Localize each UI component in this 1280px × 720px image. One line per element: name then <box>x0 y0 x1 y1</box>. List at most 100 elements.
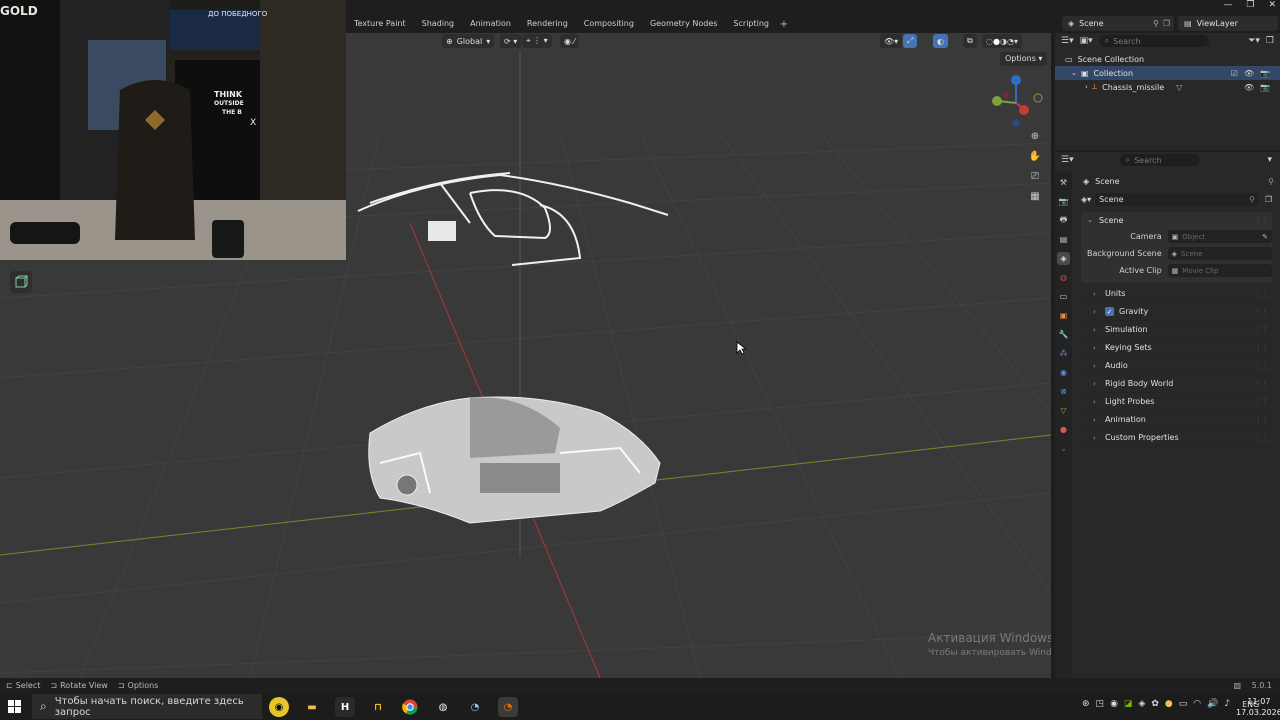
new-scene-icon[interactable]: ❐ <box>1163 19 1170 28</box>
pin-icon[interactable]: ⚲ <box>1268 177 1274 186</box>
drag-handle-icon[interactable]: ⋮⋮ <box>1254 289 1269 298</box>
world-tab-icon[interactable]: ◍ <box>1057 271 1070 284</box>
maximize-icon[interactable]: ❐ <box>1246 0 1254 12</box>
light-probes-panel[interactable]: › Light Probes ⋮⋮ <box>1081 393 1272 411</box>
windows-start-icon[interactable] <box>6 698 24 716</box>
units-panel[interactable]: › Units ⋮⋮ <box>1081 285 1272 303</box>
sound-icon[interactable]: ♪ <box>1224 699 1230 709</box>
network-icon[interactable]: ▭ <box>1179 699 1188 709</box>
wifi-icon[interactable]: ◠ <box>1193 699 1201 709</box>
new-collection-icon[interactable]: ❐ <box>1266 36 1274 46</box>
gizmo-toggle[interactable]: ⤢ <box>903 34 918 48</box>
solid-shading-icon[interactable]: ● <box>993 37 1000 46</box>
output-tab-icon[interactable]: 🖶 <box>1057 214 1070 227</box>
chevron-right-icon[interactable]: › <box>1085 83 1088 91</box>
minimize-icon[interactable]: — <box>1223 0 1232 12</box>
chevron-down-icon[interactable]: ▾ <box>1014 37 1018 46</box>
chrome-icon[interactable] <box>400 697 420 717</box>
drag-handle-icon[interactable]: ⋮⋮ <box>1254 379 1269 388</box>
wireframe-shading-icon[interactable]: ◌ <box>986 37 993 46</box>
new-scene-icon[interactable]: ❐ <box>1265 195 1272 204</box>
camera-view-icon[interactable]: ⎚ <box>1027 168 1043 184</box>
tray-icon-1[interactable]: ⊛ <box>1082 699 1090 709</box>
modifier-tab-icon[interactable]: 🔧 <box>1057 328 1070 341</box>
constraints-tab-icon[interactable]: ⊗ <box>1057 385 1070 398</box>
drag-handle-icon[interactable]: ⋮⋮ <box>1254 433 1269 442</box>
filter-icon[interactable]: ⏷▾ <box>1248 36 1260 46</box>
audio-panel[interactable]: › Audio ⋮⋮ <box>1081 357 1272 375</box>
steam-icon[interactable]: ◔ <box>465 697 485 717</box>
editor-type-icon[interactable]: ☰▾ <box>1061 155 1074 165</box>
nvidia-icon[interactable]: ◪ <box>1124 699 1133 709</box>
taskbar-search-input[interactable]: ⌕ Чтобы начать поиск, введите здесь запр… <box>32 694 262 719</box>
keying-sets-panel[interactable]: › Keying Sets ⋮⋮ <box>1081 339 1272 357</box>
tray-icon-3[interactable]: ◉ <box>1110 699 1118 709</box>
scene-tab-icon[interactable]: ◈ <box>1057 252 1070 265</box>
navigation-gizmo[interactable] <box>990 73 1046 129</box>
toolbar-cube-icon[interactable] <box>10 271 32 293</box>
visibility-dropdown[interactable]: 👁▾ <box>880 34 903 48</box>
properties-search-input[interactable]: ⌕ Search <box>1119 154 1200 166</box>
obs-icon[interactable]: ◍ <box>433 697 453 717</box>
viewlayer-selector[interactable]: ▤ ViewLayer <box>1178 16 1278 31</box>
drag-handle-icon[interactable]: ⋮⋮ <box>1254 343 1269 352</box>
tray-icon-6[interactable]: ✿ <box>1151 699 1159 709</box>
tab-rendering[interactable]: Rendering <box>519 16 576 32</box>
outliner-search-input[interactable]: ⌕ Search <box>1098 35 1209 47</box>
pin-icon[interactable]: ⚲ <box>1153 19 1159 28</box>
minion-app-icon[interactable]: ◉ <box>269 697 289 717</box>
xray-toggle[interactable]: ⧉ <box>963 34 977 48</box>
shading-modes[interactable]: ◌ ● ◑ ◔ ▾ <box>982 34 1022 48</box>
eyedropper-icon[interactable]: ✎ <box>1262 233 1268 241</box>
proportional-edit-toggle[interactable]: ◉ ⁄ <box>560 34 579 48</box>
drag-handle-icon[interactable]: ⋮⋮ <box>1254 325 1269 334</box>
zoom-icon[interactable]: ⊕ <box>1027 128 1043 144</box>
drag-handle-icon[interactable]: ⋮⋮ <box>1254 361 1269 370</box>
camera-field[interactable]: ▣ Object ✎ <box>1167 230 1272 243</box>
collection-tab-icon[interactable]: ▭ <box>1057 290 1070 303</box>
custom-properties-panel[interactable]: › Custom Properties ⋮⋮ <box>1081 429 1272 447</box>
tree-collection[interactable]: ⌄ ▣ Collection ☑ 👁 📷 <box>1055 66 1280 80</box>
drag-handle-icon[interactable]: ⋮⋮ <box>1254 397 1269 406</box>
gravity-panel[interactable]: › ✓ Gravity ⋮⋮ <box>1081 303 1272 321</box>
taskbar-clock[interactable]: 11:07 17.03.2026 <box>1236 696 1280 718</box>
close-icon[interactable]: ✕ <box>1268 0 1276 12</box>
volume-icon[interactable]: 🔊 <box>1207 699 1218 709</box>
rigid-body-world-panel[interactable]: › Rigid Body World ⋮⋮ <box>1081 375 1272 393</box>
simulation-panel[interactable]: › Simulation ⋮⋮ <box>1081 321 1272 339</box>
background-scene-field[interactable]: ◈ Scene <box>1167 247 1272 260</box>
drag-handle-icon[interactable]: ⋮⋮ <box>1254 307 1269 316</box>
snap-toggle[interactable]: ⌖ ⋮ ▾ <box>522 34 552 48</box>
texture-tab-icon[interactable]: ⌄ <box>1057 442 1070 455</box>
drag-handle-icon[interactable]: ⋮⋮ <box>1254 216 1269 225</box>
scene-datablock-field[interactable]: Scene ⚲ <box>1095 192 1259 206</box>
editor-type-icon[interactable]: ☰▾ <box>1061 36 1074 46</box>
perspective-grid-icon[interactable]: ▦ <box>1027 188 1043 204</box>
chevron-down-icon[interactable]: ▾ <box>1267 155 1272 165</box>
drag-handle-icon[interactable]: ⋮⋮ <box>1254 415 1269 424</box>
tab-texture-paint[interactable]: Texture Paint <box>346 16 414 32</box>
display-mode-icon[interactable]: ▣▾ <box>1080 36 1093 46</box>
tab-scripting[interactable]: Scripting <box>725 16 777 32</box>
yellow-app-icon[interactable]: ⊓ <box>368 697 388 717</box>
camera-icon[interactable]: 📷 <box>1260 83 1270 92</box>
render-tab-icon[interactable]: 📷 <box>1057 195 1070 208</box>
fake-user-icon[interactable]: ⚲ <box>1249 195 1255 204</box>
scene-selector[interactable]: ◈ Scene ⚲ ❐ <box>1062 16 1174 31</box>
rendered-shading-icon[interactable]: ◔ <box>1007 37 1014 46</box>
viewport-options-button[interactable]: Options ▾ <box>1000 52 1048 66</box>
tab-animation[interactable]: Animation <box>462 16 519 32</box>
physics-tab-icon[interactable]: ◉ <box>1057 366 1070 379</box>
scene-browse-icon[interactable]: ◈▾ <box>1081 195 1091 204</box>
tree-scene-collection[interactable]: ▭ Scene Collection <box>1055 52 1280 66</box>
checkbox-icon[interactable]: ☑ <box>1231 69 1238 78</box>
animation-panel[interactable]: › Animation ⋮⋮ <box>1081 411 1272 429</box>
active-clip-field[interactable]: ▦ Movie Clip <box>1167 264 1272 277</box>
data-tab-icon[interactable]: ▽ <box>1057 404 1070 417</box>
tray-icon-5[interactable]: ◈ <box>1138 699 1145 709</box>
pivot-point-dropdown[interactable]: ⟳ ▾ <box>500 34 522 48</box>
eye-icon[interactable]: 👁 <box>1244 83 1254 92</box>
chevron-down-icon[interactable]: ⌄ <box>1071 69 1077 77</box>
object-tab-icon[interactable]: ▣ <box>1057 309 1070 322</box>
transform-orientation-dropdown[interactable]: ⊕ Global ▾ <box>442 34 495 48</box>
